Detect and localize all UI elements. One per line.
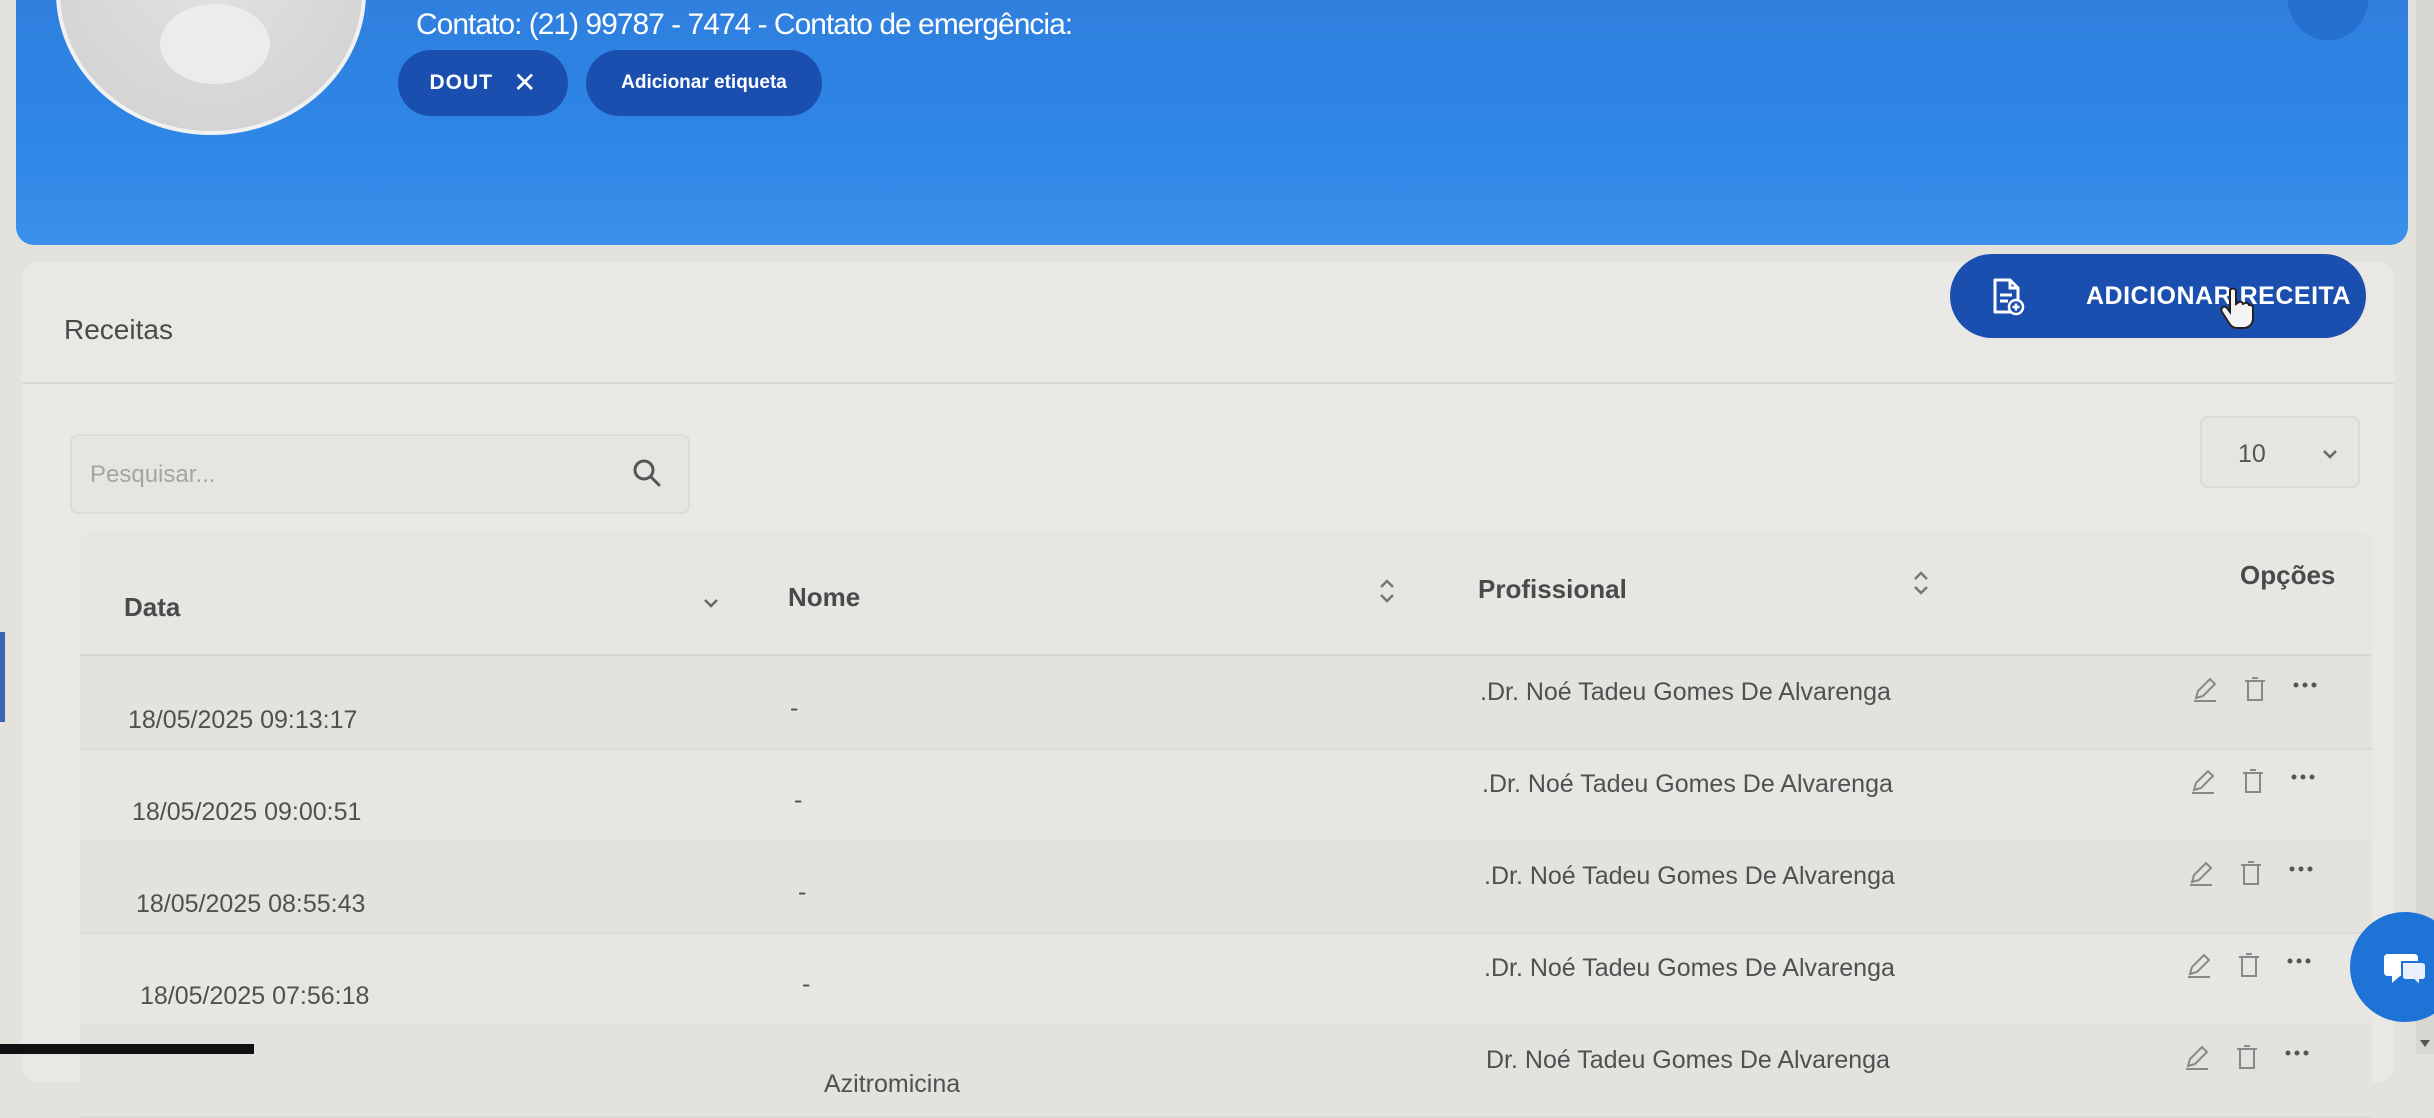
pencil-icon[interactable]: [2182, 1042, 2212, 1072]
add-recipe-button[interactable]: ADICIONAR RECEITA: [1950, 254, 2366, 338]
cell-name: -: [798, 878, 807, 906]
trash-icon[interactable]: [2234, 950, 2264, 980]
patient-avatar: [56, 0, 366, 135]
chevron-down-icon[interactable]: [700, 588, 722, 618]
search-field[interactable]: [70, 434, 690, 514]
trash-icon[interactable]: [2240, 674, 2270, 704]
more-dots-icon[interactable]: [2282, 1038, 2312, 1068]
pencil-icon[interactable]: [2186, 858, 2216, 888]
table-row[interactable]: 18/05/2025 09:00:51 - .Dr. Noé Tadeu Gom…: [80, 748, 2372, 842]
column-header-options: Opções: [2240, 560, 2336, 590]
hand-cursor-icon: [2220, 287, 2254, 329]
cell-professional: .Dr. Noé Tadeu Gomes De Alvarenga: [1482, 770, 1893, 798]
cell-professional: .Dr. Noé Tadeu Gomes De Alvarenga: [1484, 954, 1895, 982]
section-title: Receitas: [64, 314, 173, 345]
table-row[interactable]: 18/05/2025 08:55:43 - .Dr. Noé Tadeu Gom…: [80, 840, 2372, 934]
tag-chip-dout: DOUT ✕: [398, 50, 568, 116]
recipes-table: Data Nome Profissional Opções 18/05/2025…: [80, 532, 2372, 1118]
cell-name: -: [802, 970, 811, 998]
search-input[interactable]: [88, 454, 612, 496]
table-row[interactable]: Azitromicina Dr. Noé Tadeu Gomes De Alva…: [80, 1024, 2372, 1118]
add-tag-button[interactable]: Adicionar etiqueta: [586, 50, 822, 116]
contact-info: Contato: (21) 99787 - 7474 - Contato de …: [416, 8, 1073, 41]
page-size-select[interactable]: 10: [2200, 416, 2360, 488]
chevron-down-icon: [2323, 450, 2337, 459]
left-edge-indicator: [0, 632, 5, 722]
chat-icon: [2384, 954, 2427, 989]
cell-professional: .Dr. Noé Tadeu Gomes De Alvarenga: [1480, 678, 1891, 706]
sort-icon[interactable]: [1376, 576, 1398, 606]
cell-date: 18/05/2025 09:00:51: [132, 798, 362, 826]
pencil-icon[interactable]: [2184, 950, 2214, 980]
cell-name: -: [790, 694, 799, 722]
table-row[interactable]: 18/05/2025 07:56:18 - .Dr. Noé Tadeu Gom…: [80, 932, 2372, 1026]
cell-professional: Dr. Noé Tadeu Gomes De Alvarenga: [1486, 1046, 1890, 1074]
avatar-placeholder-silhouette: [160, 4, 270, 84]
close-icon[interactable]: ✕: [513, 69, 536, 97]
page-size-value: 10: [2238, 440, 2266, 468]
bottom-overlay-bar: [0, 1044, 254, 1054]
cell-name: Azitromicina: [824, 1070, 961, 1098]
vertical-scrollbar[interactable]: [2416, 0, 2434, 1054]
more-dots-icon[interactable]: [2284, 946, 2314, 976]
more-dots-icon[interactable]: [2290, 670, 2320, 700]
cell-date: 18/05/2025 09:13:17: [128, 706, 358, 734]
search-icon[interactable]: [630, 456, 664, 490]
more-dots-icon[interactable]: [2286, 854, 2316, 884]
pencil-icon[interactable]: [2190, 674, 2220, 704]
table-header: Data Nome Profissional Opções: [80, 532, 2372, 656]
cell-date: 18/05/2025 07:56:18: [140, 982, 370, 1010]
column-header-date[interactable]: Data: [124, 592, 180, 623]
trash-icon[interactable]: [2236, 858, 2266, 888]
recipes-card: Receitas ADICIONAR RECEITA Pesquisar... …: [22, 254, 2394, 1118]
cell-professional: .Dr. Noé Tadeu Gomes De Alvarenga: [1484, 862, 1895, 890]
column-header-name[interactable]: Nome: [788, 582, 860, 613]
patient-header-banner: Contato: (21) 99787 - 7474 - Contato de …: [16, 0, 2408, 245]
sort-icon[interactable]: [1910, 568, 1932, 598]
column-header-professional[interactable]: Profissional: [1478, 574, 1627, 605]
table-row[interactable]: 18/05/2025 09:13:17 - .Dr. Noé Tadeu Gom…: [80, 656, 2372, 750]
trash-icon[interactable]: [2238, 766, 2268, 796]
pencil-icon[interactable]: [2188, 766, 2218, 796]
scroll-down-arrow-icon[interactable]: [2418, 1036, 2432, 1050]
card-header: Receitas ADICIONAR RECEITA: [22, 254, 2394, 384]
trash-icon[interactable]: [2232, 1042, 2262, 1072]
more-dots-icon[interactable]: [2288, 762, 2318, 792]
tag-label: DOUT: [429, 71, 494, 94]
document-add-icon: [1986, 276, 2026, 316]
cell-name: -: [794, 786, 803, 814]
cell-date: 18/05/2025 08:55:43: [136, 890, 366, 918]
header-action-button[interactable]: [2288, 0, 2368, 40]
